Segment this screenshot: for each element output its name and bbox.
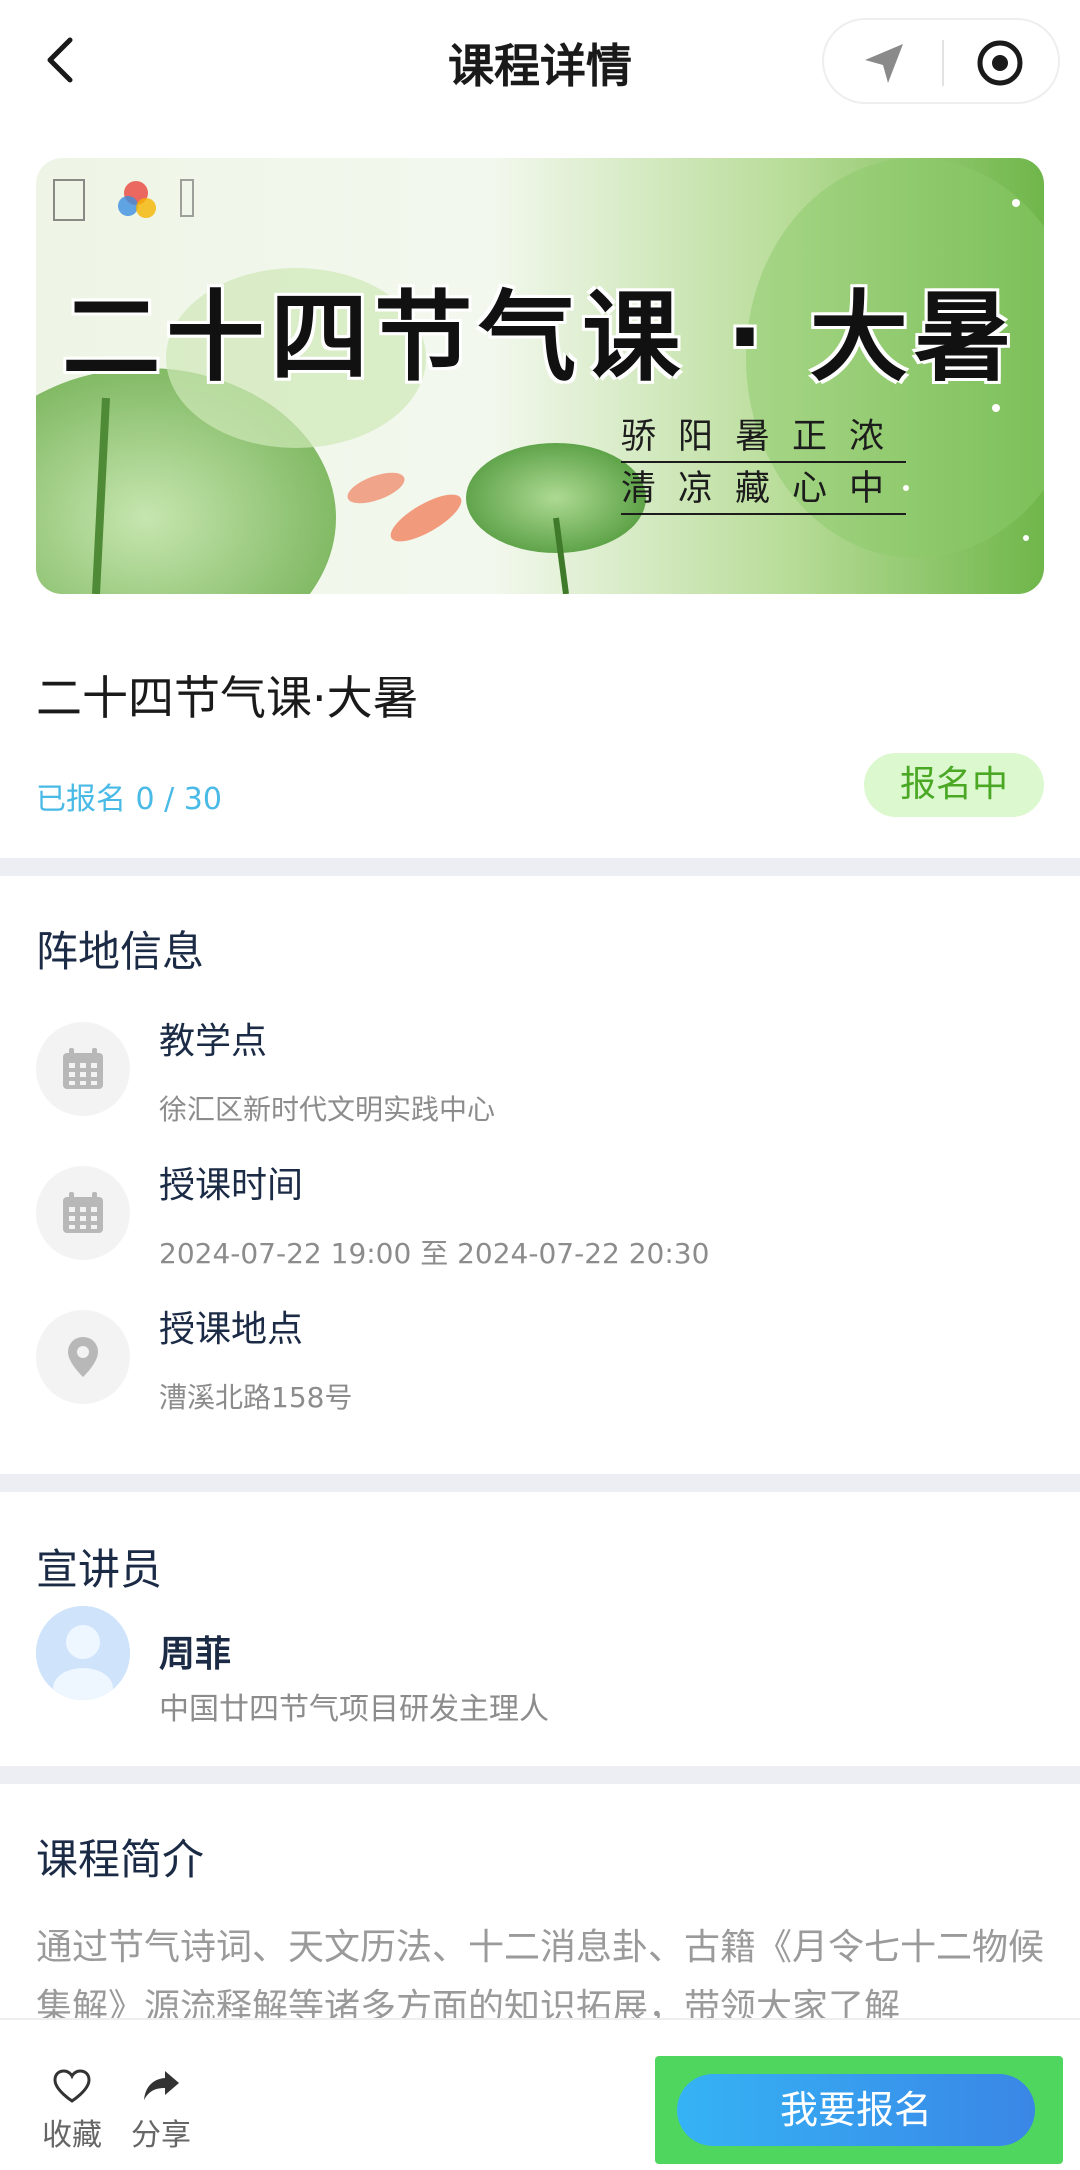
location-button[interactable] (859, 38, 909, 88)
close-button[interactable] (975, 38, 1025, 88)
class-time-value: 2024-07-22 19:00 至 2024-07-22 20:30 (159, 1237, 710, 1270)
venue-section-title: 阵地信息 (36, 927, 205, 976)
enrolled-count: 已报名 0 / 30 (36, 782, 222, 817)
target-icon (977, 40, 1023, 86)
share-label: 分享 (131, 2118, 191, 2153)
class-time-icon-circle (36, 1166, 130, 1260)
location-arrow-icon (865, 44, 903, 83)
status-badge: 报名中 (864, 753, 1044, 817)
section-divider (0, 858, 1080, 876)
share-button[interactable]: 分享 (121, 2068, 201, 2154)
bottom-action-bar: 收藏 分享 我要报名 (0, 2018, 1080, 2170)
signup-button[interactable]: 我要报名 (677, 2074, 1035, 2146)
signup-highlight: 我要报名 (655, 2056, 1063, 2164)
calendar-icon (63, 1192, 103, 1233)
favorite-label: 收藏 (42, 2118, 102, 2153)
course-title: 二十四节气课·大暑 (36, 671, 419, 725)
course-banner: 二十四节气课 · 大暑 骄阳暑正浓 清凉藏心中 (36, 158, 1044, 594)
favorite-button[interactable]: 收藏 (32, 2068, 112, 2154)
speaker-title: 中国廿四节气项目研发主理人 (159, 1692, 549, 1727)
calendar-icon (63, 1048, 103, 1089)
class-time-label: 授课时间 (159, 1165, 304, 1206)
capsule-divider (942, 40, 944, 86)
teaching-point-icon-circle (36, 1022, 130, 1116)
class-location-value: 漕溪北路158号 (159, 1381, 353, 1414)
speaker-name: 周菲 (159, 1634, 232, 1675)
section-divider (0, 1766, 1080, 1784)
user-avatar-icon (36, 1606, 130, 1700)
intro-section-title: 课程简介 (36, 1835, 205, 1884)
header-bar: 课程详情 (0, 0, 1080, 125)
avatar (36, 1606, 130, 1700)
mini-program-capsule (822, 18, 1060, 104)
teaching-point-label: 教学点 (159, 1021, 268, 1062)
class-location-icon-circle (36, 1310, 130, 1404)
heart-icon (53, 2069, 91, 2103)
class-location-label: 授课地点 (159, 1309, 304, 1350)
location-pin-icon (68, 1337, 98, 1377)
teaching-point-value: 徐汇区新时代文明实践中心 (159, 1093, 496, 1126)
banner-poem-line-2: 清凉藏心中 (621, 460, 907, 515)
section-divider (0, 1474, 1080, 1492)
speaker-section-title: 宣讲员 (36, 1545, 163, 1594)
share-icon (144, 2071, 179, 2100)
banner-title: 二十四节气课 · 大暑 (62, 281, 1018, 395)
banner-poem-line-1: 骄阳暑正浓 (621, 408, 907, 463)
